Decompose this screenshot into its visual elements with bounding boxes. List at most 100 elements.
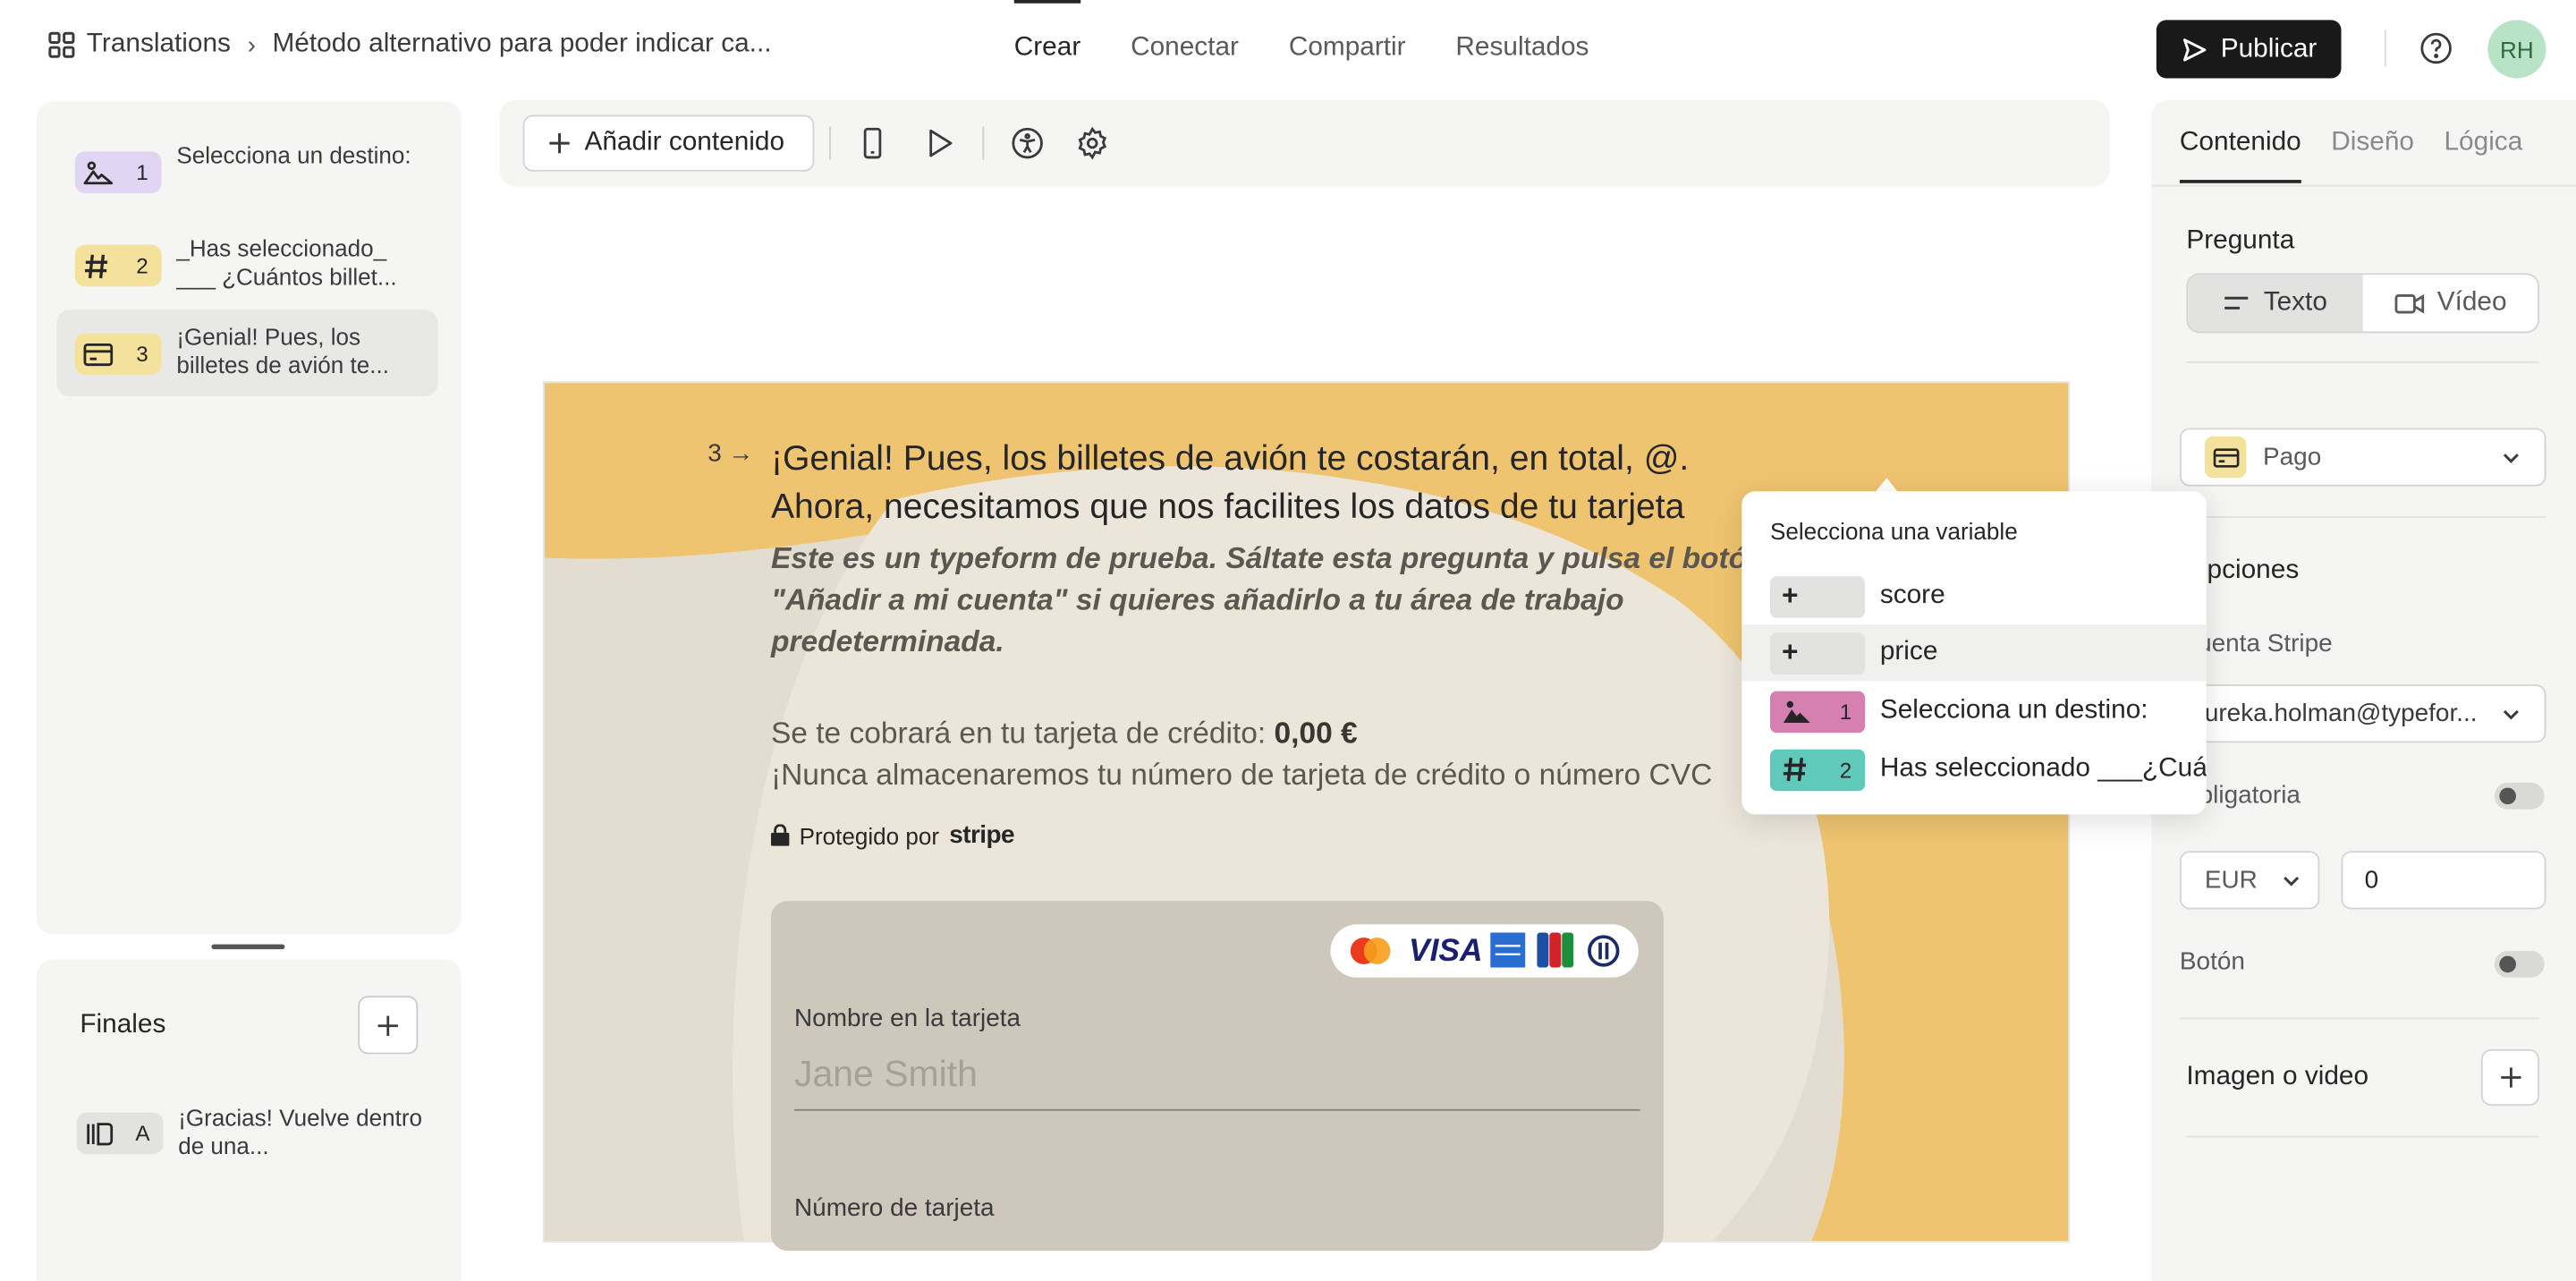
breadcrumb-current[interactable]: Método alternativo para poder indicar ca… bbox=[272, 30, 771, 61]
card-name-input[interactable]: Jane Smith bbox=[794, 1049, 1640, 1111]
image-icon bbox=[1783, 700, 1810, 723]
divider bbox=[2179, 1017, 2540, 1020]
question-type-select[interactable]: Pago bbox=[2179, 428, 2546, 487]
help-icon[interactable] bbox=[2419, 31, 2453, 64]
button-toggle[interactable] bbox=[2494, 951, 2545, 978]
divider bbox=[2186, 361, 2540, 363]
add-content-button[interactable]: Añadir contenido bbox=[522, 115, 815, 172]
mastercard-icon bbox=[1350, 937, 1391, 964]
plus-icon bbox=[377, 1014, 398, 1036]
question-text: Selecciona un destino: bbox=[176, 141, 411, 169]
settings-tabs: Contenido Diseño Lógica bbox=[2179, 128, 2522, 183]
question-format-toggle: Texto Vídeo bbox=[2186, 273, 2540, 334]
divider bbox=[2179, 516, 2546, 518]
question-item-3[interactable]: 3 ¡Genial! Pues, los billetes de avión t… bbox=[56, 310, 438, 397]
chevron-down-icon bbox=[2283, 876, 2299, 886]
question-title[interactable]: ¡Genial! Pues, los billetes de avión te … bbox=[771, 435, 1803, 531]
question-badge: 1 bbox=[74, 151, 162, 193]
jcb-icon bbox=[1537, 932, 1574, 968]
mobile-icon[interactable] bbox=[856, 126, 889, 159]
ending-text[interactable]: ¡Gracias! Vuelve dentro de una... bbox=[178, 1104, 428, 1160]
question-item-2[interactable]: 2 _Has seleccionado_ ___ ¿Cuántos billet… bbox=[56, 222, 437, 309]
variable-option-question-2[interactable]: 2 Has seleccionado ___¿Cuántos bbox=[1741, 741, 2207, 797]
divider bbox=[982, 126, 985, 160]
chevron-down-icon bbox=[2503, 709, 2519, 720]
variable-badge: + bbox=[1769, 575, 1866, 617]
image-icon bbox=[83, 160, 114, 184]
card-icon bbox=[83, 343, 114, 366]
visa-logo: VISA bbox=[1408, 934, 1483, 970]
accessibility-icon[interactable] bbox=[1011, 126, 1044, 159]
variable-popover: Selecciona una variable + score + price … bbox=[1741, 491, 2207, 815]
media-title: Imagen o video bbox=[2186, 1062, 2369, 1091]
tab-logica[interactable]: Lógica bbox=[2444, 128, 2522, 158]
chevron-right-icon: › bbox=[247, 30, 256, 60]
tab-compartir[interactable]: Compartir bbox=[1289, 33, 1406, 64]
publish-label: Publicar bbox=[2220, 34, 2318, 63]
question-badge: 2 bbox=[74, 244, 162, 287]
variable-option-price[interactable]: + price bbox=[1741, 624, 2207, 682]
tab-diseno[interactable]: Diseño bbox=[2331, 128, 2414, 158]
button-label: Botón bbox=[2179, 947, 2245, 976]
video-icon bbox=[2394, 293, 2424, 313]
resize-handle[interactable] bbox=[211, 944, 285, 950]
question-text: ¡Genial! Pues, los billetes de avión te.… bbox=[176, 323, 389, 378]
question-badge: 3 bbox=[74, 333, 162, 375]
grid-icon[interactable] bbox=[47, 30, 77, 61]
amount-input[interactable]: 0 bbox=[2341, 851, 2546, 910]
question-description[interactable]: Este es un typeform de prueba. Sáltate e… bbox=[771, 538, 1770, 663]
card-number-label: Número de tarjeta bbox=[794, 1193, 995, 1223]
play-icon[interactable] bbox=[922, 126, 955, 159]
text-option[interactable]: Texto bbox=[2188, 275, 2363, 332]
publish-button[interactable]: Publicar bbox=[2156, 20, 2342, 79]
plus-icon bbox=[549, 132, 570, 154]
video-option[interactable]: Vídeo bbox=[2363, 275, 2538, 331]
charge-info: Se te cobrará en tu tarjeta de crédito: … bbox=[770, 716, 1713, 792]
send-icon bbox=[2182, 38, 2206, 61]
tab-contenido[interactable]: Contenido bbox=[2179, 128, 2301, 183]
divider bbox=[2186, 1135, 2540, 1138]
main-nav: Crear Conectar Compartir Resultados bbox=[1013, 0, 1589, 64]
add-media-button[interactable] bbox=[2480, 1048, 2540, 1107]
stripe-account-select[interactable]: ureka.holman@typefor... bbox=[2179, 684, 2546, 743]
breadcrumb: Translations › Método alternativo para p… bbox=[47, 30, 772, 61]
variable-option-question-1[interactable]: 1 Selecciona un destino: bbox=[1741, 683, 2206, 739]
card-logos: VISA bbox=[1330, 924, 1639, 978]
question-label: Pregunta bbox=[2186, 226, 2295, 255]
question-number: 3 → bbox=[708, 439, 754, 469]
ending-badge[interactable]: A bbox=[76, 1112, 164, 1155]
amex-icon bbox=[1490, 932, 1526, 968]
add-ending-button[interactable] bbox=[358, 996, 419, 1055]
lock-icon bbox=[770, 824, 790, 846]
question-item-1[interactable]: 1 Selecciona un destino: bbox=[56, 128, 437, 215]
ending-icon bbox=[87, 1122, 114, 1145]
tab-crear[interactable]: Crear bbox=[1013, 0, 1081, 64]
hash-icon bbox=[84, 253, 108, 278]
divider bbox=[2384, 30, 2386, 67]
endings-title: Finales bbox=[80, 1011, 166, 1039]
tab-resultados[interactable]: Resultados bbox=[1455, 33, 1589, 64]
protected-by-stripe: Protegido por stripe bbox=[770, 821, 1015, 849]
divider bbox=[829, 126, 831, 160]
divider bbox=[2151, 184, 2576, 187]
plus-icon bbox=[2500, 1067, 2521, 1088]
popover-title: Selecciona una variable bbox=[1769, 517, 2018, 545]
question-text: _Has seleccionado_ ___ ¿Cuántos billet..… bbox=[176, 234, 397, 290]
avatar[interactable]: RH bbox=[2487, 20, 2546, 79]
variable-badge: + bbox=[1769, 632, 1866, 674]
variable-badge: 2 bbox=[1769, 748, 1866, 791]
card-icon bbox=[2204, 436, 2247, 479]
breadcrumb-root[interactable]: Translations bbox=[87, 30, 231, 61]
text-icon bbox=[2224, 296, 2249, 310]
chevron-down-icon bbox=[2503, 454, 2519, 463]
required-toggle[interactable] bbox=[2494, 782, 2545, 810]
currency-select[interactable]: EUR bbox=[2179, 851, 2320, 910]
card-name-label: Nombre en la tarjeta bbox=[794, 1004, 1021, 1033]
tab-conectar[interactable]: Conectar bbox=[1131, 33, 1239, 64]
variable-option-score[interactable]: + score bbox=[1741, 568, 2206, 624]
variable-badge: 1 bbox=[1769, 690, 1866, 733]
gear-icon[interactable] bbox=[1076, 126, 1109, 160]
diners-icon bbox=[1588, 935, 1620, 967]
question-list: 1 Selecciona un destino: 2 _Has seleccio… bbox=[36, 101, 462, 935]
hash-icon bbox=[1783, 757, 1806, 782]
